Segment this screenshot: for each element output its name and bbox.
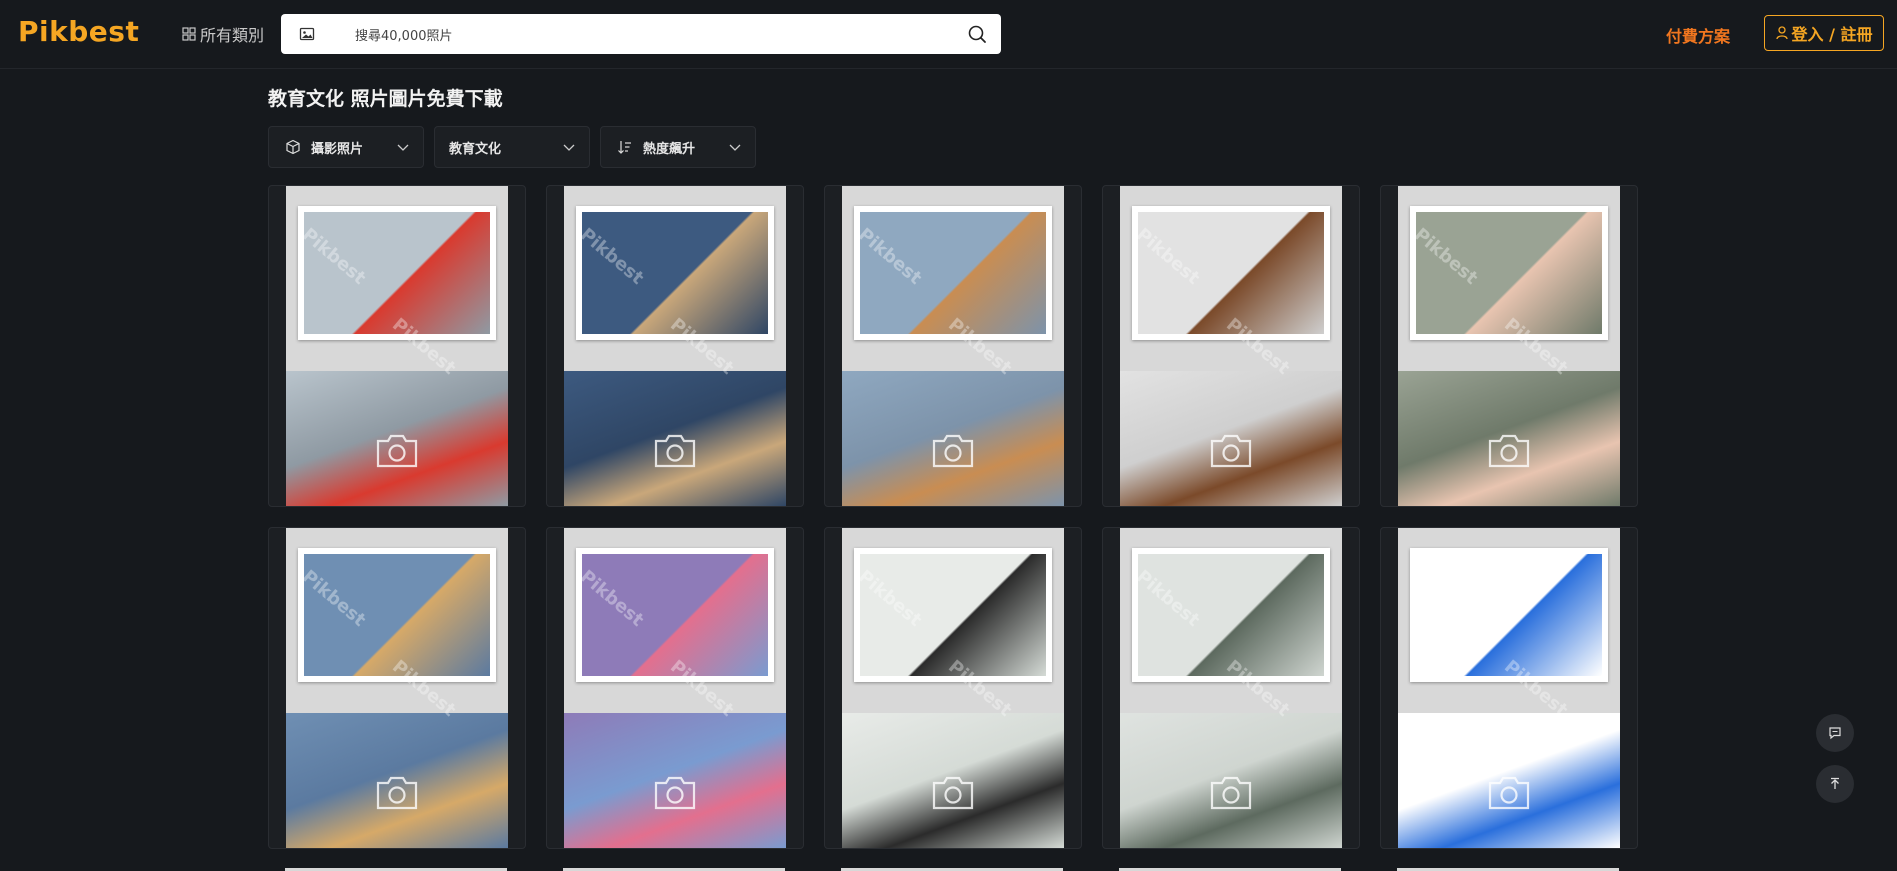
framed-preview [1120, 186, 1342, 371]
camera-icon [654, 776, 696, 810]
pricing-link[interactable]: 付費方案 [1666, 23, 1730, 47]
search-bar [281, 14, 1001, 54]
filter-category[interactable]: 教育文化 [434, 126, 590, 168]
sort-icon [618, 141, 631, 154]
photo-frame [576, 548, 774, 682]
photo-card[interactable]: Pikbest Pikbest [546, 185, 804, 507]
login-register-button[interactable]: 登入 / 註冊 [1764, 15, 1884, 51]
framed-preview [564, 528, 786, 713]
image-type-icon[interactable] [299, 26, 315, 42]
grid-icon [182, 27, 196, 41]
chat-icon [1829, 727, 1841, 740]
photo-card[interactable]: Pikbest Pikbest [1380, 527, 1638, 849]
framed-preview [564, 186, 786, 371]
photo-thumbnail[interactable]: Pikbest Pikbest [564, 186, 786, 506]
photo-thumbnail[interactable]: Pikbest Pikbest [1398, 528, 1620, 848]
photo-frame [1132, 206, 1330, 340]
photo-frame [1410, 548, 1608, 682]
framed-preview [842, 528, 1064, 713]
camera-icon [376, 434, 418, 468]
arrow-up-icon [1831, 777, 1839, 789]
camera-icon [932, 776, 974, 810]
camera-icon [1488, 776, 1530, 810]
photo-frame [576, 206, 774, 340]
photo-image [582, 212, 768, 334]
pikbest-logo[interactable]: Pikbest [18, 15, 139, 48]
framed-preview [842, 186, 1064, 371]
photo-card[interactable]: Pikbest Pikbest [268, 527, 526, 849]
photo-image [582, 554, 768, 676]
chevron-down-icon [397, 144, 409, 151]
photo-image [860, 212, 1046, 334]
photo-frame [298, 548, 496, 682]
camera-icon [1210, 434, 1252, 468]
photo-thumbnail[interactable]: Pikbest Pikbest [1398, 186, 1620, 506]
photo-card[interactable]: Pikbest Pikbest [268, 185, 526, 507]
page-title: 教育文化 照片圖片免費下載 [268, 88, 503, 110]
photo-card[interactable]: Pikbest Pikbest [824, 185, 1082, 507]
chevron-down-icon [729, 144, 741, 151]
filter-sort-label: 熱度飆升 [643, 141, 696, 157]
photo-card[interactable]: Pikbest Pikbest [546, 527, 804, 849]
photo-frame [1410, 206, 1608, 340]
framed-preview [1120, 528, 1342, 713]
photo-thumbnail[interactable]: Pikbest Pikbest [1120, 186, 1342, 506]
photo-frame [854, 548, 1052, 682]
photo-image [860, 554, 1046, 676]
camera-icon [376, 776, 418, 810]
filter-category-label: 教育文化 [449, 141, 502, 157]
photo-frame [298, 206, 496, 340]
filter-sort[interactable]: 熱度飆升 [600, 126, 756, 168]
all-categories-label: 所有類別 [200, 26, 265, 45]
photo-thumbnail[interactable]: Pikbest Pikbest [842, 528, 1064, 848]
photo-image [1138, 212, 1324, 334]
login-register-label: 登入 / 註冊 [1791, 25, 1873, 44]
feedback-button[interactable] [1816, 714, 1854, 752]
photo-thumbnail[interactable]: Pikbest Pikbest [1120, 528, 1342, 848]
photo-card[interactable]: Pikbest Pikbest [824, 527, 1082, 849]
camera-icon [1488, 434, 1530, 468]
photo-image [304, 212, 490, 334]
back-to-top-button[interactable] [1816, 765, 1854, 803]
framed-preview [1398, 186, 1620, 371]
photo-image [1138, 554, 1324, 676]
photo-card[interactable]: Pikbest Pikbest [1102, 185, 1360, 507]
photo-thumbnail[interactable]: Pikbest Pikbest [564, 528, 786, 848]
camera-icon [1210, 776, 1252, 810]
photo-image [1416, 212, 1602, 334]
framed-preview [1398, 528, 1620, 713]
cube-icon [286, 139, 300, 155]
framed-preview [286, 186, 508, 371]
photo-frame [854, 206, 1052, 340]
search-icon[interactable] [967, 24, 987, 44]
user-icon [1775, 26, 1788, 40]
search-input[interactable] [353, 25, 917, 47]
photo-thumbnail[interactable]: Pikbest Pikbest [842, 186, 1064, 506]
top-navigation-bar: Pikbest 所有類別 付費方案 登入 / 註冊 [0, 0, 1897, 69]
framed-preview [286, 528, 508, 713]
photo-thumbnail[interactable]: Pikbest Pikbest [286, 528, 508, 848]
all-categories-menu[interactable]: 所有類別 [182, 22, 264, 46]
photo-image [304, 554, 490, 676]
filter-photo-type[interactable]: 攝影照片 [268, 126, 424, 168]
chevron-down-icon [563, 144, 575, 151]
photo-thumbnail[interactable]: Pikbest Pikbest [286, 186, 508, 506]
camera-icon [654, 434, 696, 468]
photo-image [1416, 554, 1602, 676]
photo-card[interactable]: Pikbest Pikbest [1102, 527, 1360, 849]
filter-photo-type-label: 攝影照片 [311, 141, 364, 157]
photo-frame [1132, 548, 1330, 682]
camera-icon [932, 434, 974, 468]
photo-card[interactable]: Pikbest Pikbest [1380, 185, 1638, 507]
